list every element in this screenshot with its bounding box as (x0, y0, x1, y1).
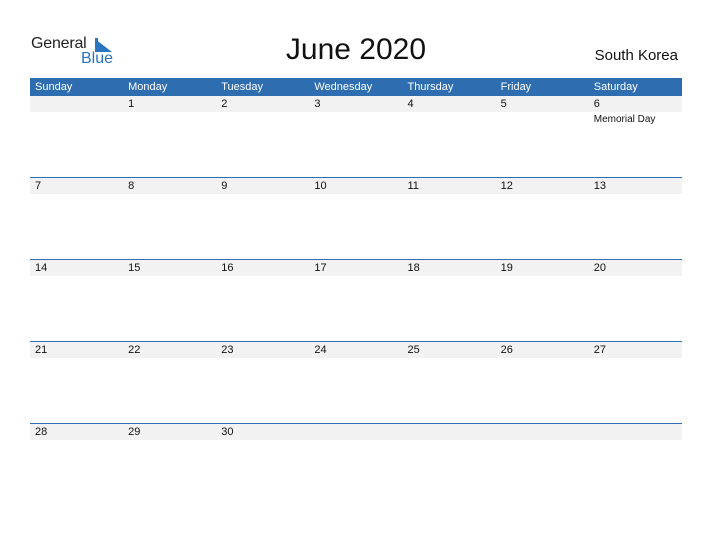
events-strip (30, 194, 682, 196)
day-number: 22 (128, 344, 141, 356)
day-number (309, 424, 402, 440)
day-event (123, 112, 216, 125)
day-event: Memorial Day (593, 114, 656, 125)
day-event (309, 358, 402, 360)
day-number: 1 (128, 98, 135, 110)
day-event (589, 194, 682, 196)
day-number (30, 96, 123, 112)
day-event (496, 276, 589, 278)
day-number: 16 (221, 262, 234, 274)
day-number-strip: 14 15 16 17 18 19 20 (30, 260, 682, 276)
events-strip (30, 358, 682, 360)
day-event (309, 440, 402, 442)
day-number: 3 (314, 98, 321, 110)
weekday-header: Sunday Monday Tuesday Wednesday Thursday… (30, 78, 682, 96)
day-number: 28 (35, 426, 48, 438)
day-number: 17 (314, 262, 327, 274)
day-event (216, 276, 309, 278)
day-event (216, 194, 309, 196)
events-strip (30, 440, 682, 442)
day-number: 29 (128, 426, 141, 438)
day-number (403, 424, 496, 440)
day-number: 30 (221, 426, 234, 438)
country-label: South Korea (594, 47, 678, 64)
day-event (30, 358, 123, 360)
day-event (216, 358, 309, 360)
day-number: 7 (35, 180, 42, 192)
day-event (309, 194, 402, 196)
day-event (123, 194, 216, 196)
day-number: 19 (500, 262, 513, 274)
day-event (403, 276, 496, 278)
day-number: 26 (500, 344, 513, 356)
day-event (496, 358, 589, 360)
day-event (403, 440, 496, 442)
day-number: 2 (221, 98, 228, 110)
calendar-grid: Sunday Monday Tuesday Wednesday Thursday… (30, 78, 682, 505)
day-number: 21 (35, 344, 48, 356)
week-row: 14 15 16 17 18 19 20 (30, 259, 682, 341)
weekday-saturday: Saturday (593, 81, 638, 93)
weekday-thursday: Thursday (407, 81, 454, 93)
weekday-tuesday: Tuesday (221, 81, 264, 93)
day-event (496, 440, 589, 442)
day-event (589, 358, 682, 360)
day-event (123, 276, 216, 278)
day-number-strip: 28 29 30 (30, 424, 682, 440)
weekday-friday: Friday (500, 81, 532, 93)
day-event (30, 440, 123, 442)
day-number: 4 (407, 98, 414, 110)
day-number: 8 (128, 180, 135, 192)
day-number-strip: 21 22 23 24 25 26 27 (30, 342, 682, 358)
weekday-monday: Monday (128, 81, 168, 93)
day-event (30, 194, 123, 196)
day-event (216, 112, 309, 125)
day-event (496, 194, 589, 196)
day-event (309, 276, 402, 278)
day-number: 23 (221, 344, 234, 356)
weekday-wednesday: Wednesday (314, 81, 373, 93)
day-number: 15 (128, 262, 141, 274)
week-row: 28 29 30 (30, 423, 682, 505)
day-number: 6 (593, 98, 600, 110)
day-event (30, 112, 123, 125)
events-strip (30, 276, 682, 278)
day-number: 27 (593, 344, 606, 356)
day-number-strip: 7 8 9 10 11 12 13 (30, 178, 682, 194)
day-event (216, 440, 309, 442)
day-number-strip: 1 2 3 4 5 6 (30, 96, 682, 112)
day-event (589, 276, 682, 278)
day-event (309, 112, 402, 125)
day-number: 9 (221, 180, 228, 192)
day-number: 20 (593, 262, 606, 274)
day-number: 14 (35, 262, 48, 274)
day-number (589, 424, 682, 440)
day-number: 18 (407, 262, 420, 274)
day-event (403, 194, 496, 196)
week-row: 1 2 3 4 5 6 Memorial Day (30, 96, 682, 177)
events-strip: Memorial Day (30, 112, 682, 125)
day-event (30, 276, 123, 278)
day-number: 10 (314, 180, 327, 192)
day-number: 5 (500, 98, 507, 110)
day-event (496, 112, 589, 125)
day-number: 25 (407, 344, 420, 356)
day-number: 11 (407, 180, 419, 192)
day-number: 13 (593, 180, 606, 192)
day-event (123, 358, 216, 360)
weekday-sunday: Sunday (35, 81, 73, 93)
weeks-container: 1 2 3 4 5 6 Memorial Day 7 8 9 10 11 12 13 14 15 16 17 18 1… (30, 96, 682, 505)
day-number: 24 (314, 344, 327, 356)
day-event (123, 440, 216, 442)
day-event (403, 112, 496, 125)
week-row: 7 8 9 10 11 12 13 (30, 177, 682, 259)
day-number: 12 (500, 180, 513, 192)
week-row: 21 22 23 24 25 26 27 (30, 341, 682, 423)
day-number (496, 424, 589, 440)
day-event (403, 358, 496, 360)
day-event (589, 440, 682, 442)
